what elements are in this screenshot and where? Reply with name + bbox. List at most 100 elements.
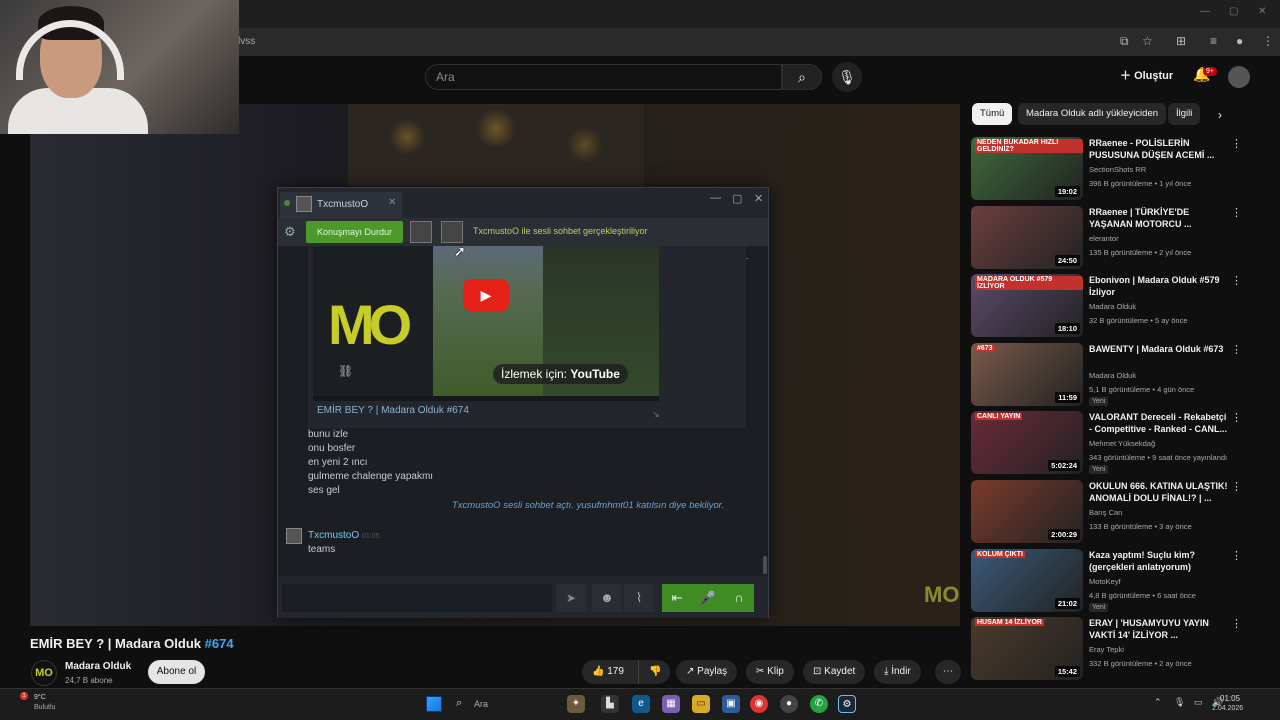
windows-start-icon[interactable] xyxy=(426,696,442,712)
whatsapp-icon[interactable]: ✆ xyxy=(810,695,828,713)
more-options-icon[interactable]: ⋮ xyxy=(1231,206,1242,219)
menu-dots-icon[interactable]: ⋮ xyxy=(1262,34,1274,48)
extensions-icon[interactable]: ⊞ xyxy=(1176,34,1186,48)
avatar[interactable] xyxy=(1228,66,1250,88)
recommendation-thumbnail[interactable]: HUSAM 14 İZLİYOR 15:42 xyxy=(971,617,1083,681)
recommendation-channel[interactable]: Madara Olduk xyxy=(1089,302,1136,311)
recommendation-thumbnail[interactable]: KOLUM ÇIKTI 21:02 xyxy=(971,548,1083,612)
chip-related[interactable]: İlgili xyxy=(1168,103,1201,125)
maximize-icon[interactable]: ▢ xyxy=(1229,6,1238,17)
recommendation-title[interactable]: ERAY | 'HUSAMYUYU YAYIN VAKTİ 14' İZLİYO… xyxy=(1089,617,1229,641)
more-options-icon[interactable]: ⋮ xyxy=(1231,411,1242,424)
recommendation-item[interactable]: HUSAM 14 İZLİYOR 15:42 ERAY | 'HUSAMYUYU Y… xyxy=(971,617,1271,681)
recommendation-channel[interactable]: Mehmet Yüksekdağ xyxy=(1089,439,1155,448)
recommendation-item[interactable]: NEDEN BUKADAR HIZLI GELDİNİZ? 19:02 RRaene… xyxy=(971,137,1271,201)
download-button[interactable]: ⤓ İndir xyxy=(874,660,921,684)
more-options-icon[interactable]: ⋮ xyxy=(1231,480,1242,493)
task-view-icon[interactable]: ▙ xyxy=(601,695,619,713)
stop-voice-button[interactable]: Konuşmayı Durdur xyxy=(306,221,403,243)
recommendation-thumbnail[interactable]: #673 11:59 xyxy=(971,342,1083,406)
recommendation-item[interactable]: 24:50 RRaenee | TÜRKİYE'DE YAŞANAN MOTORC… xyxy=(971,205,1271,270)
attach-icon[interactable]: ⌇ xyxy=(624,584,654,612)
steam-minimize-icon[interactable]: — xyxy=(710,192,721,204)
clip-button[interactable]: ✂ Klip xyxy=(746,660,794,684)
address-url[interactable]: lvss xyxy=(238,36,255,47)
message-input[interactable] xyxy=(282,584,552,612)
recommendation-title[interactable]: RRaenee - POLİSLERİN PUSUSUNA DÜŞEN ACEM… xyxy=(1089,137,1229,161)
recommendation-title[interactable]: Kaza yaptım! Suçlu kim? (gerçekleri anla… xyxy=(1089,549,1229,573)
recommendation-title[interactable]: OKULUN 666. KATINA ULAŞTIK! ANOMALİ DOLU… xyxy=(1089,480,1229,504)
send-icon[interactable]: ➤ xyxy=(556,584,586,612)
share-button[interactable]: ↗ Paylaş xyxy=(676,660,738,684)
recommendation-channel[interactable]: Madara Olduk xyxy=(1089,371,1136,380)
taskbar-search-icon[interactable]: ⌕ xyxy=(456,697,462,710)
recommendation-channel[interactable]: MotoKeyf xyxy=(1089,577,1121,586)
clock-date[interactable]: 2.04.2026 xyxy=(1212,705,1243,712)
recommendation-title[interactable]: VALORANT Dereceli - Rekabetçi - Competit… xyxy=(1089,411,1229,435)
play-icon[interactable]: ▶ xyxy=(463,279,509,311)
expand-icon[interactable]: ↘ xyxy=(652,409,660,420)
bookmark-star-icon[interactable]: ☆ xyxy=(1142,34,1153,48)
recommendation-thumbnail[interactable]: 2:00:29 xyxy=(971,480,1083,543)
clock-time[interactable]: 01:05 xyxy=(1220,694,1240,703)
recommendation-thumbnail[interactable]: MADARA OLDUK #579 İZLİYOR 18:10 xyxy=(971,274,1083,338)
gear-icon[interactable]: ⚙ xyxy=(284,224,296,240)
recommendation-title[interactable]: RRaenee | TÜRKİYE'DE YAŞANAN MOTORCU ... xyxy=(1089,206,1229,230)
widget-icon[interactable]: ✦ xyxy=(567,695,585,713)
more-options-icon[interactable]: ⋮ xyxy=(1231,617,1242,630)
minimize-icon[interactable]: — xyxy=(1200,6,1210,17)
chat-history[interactable]: ＋ MO ▶ ⛓ İzlemek için: YouTube EMİR BEY … xyxy=(278,246,768,576)
folder-icon[interactable]: ▭ xyxy=(692,695,710,713)
cast-icon[interactable]: ⧉ xyxy=(1120,34,1129,49)
recommendation-item[interactable]: #673 11:59 BAWENTY | Madara Olduk #673 Mada… xyxy=(971,342,1271,407)
taskbar-search[interactable]: Ara xyxy=(474,699,488,709)
recommendation-item[interactable]: MADARA OLDUK #579 İZLİYOR 18:10 Ebonivon |… xyxy=(971,274,1271,338)
recommendation-channel[interactable]: elerantor xyxy=(1089,234,1119,243)
chevron-right-icon[interactable]: › xyxy=(1218,108,1222,122)
more-options-icon[interactable]: ⋮ xyxy=(1231,137,1242,150)
recommendation-title[interactable]: BAWENTY | Madara Olduk #673 xyxy=(1089,343,1229,355)
tab-close-icon[interactable]: ✕ xyxy=(388,197,396,208)
create-button[interactable]: ＋ Oluştur xyxy=(1120,66,1173,86)
more-options-icon[interactable]: ⋮ xyxy=(1231,274,1242,287)
channel-avatar[interactable]: MO xyxy=(31,660,57,686)
dislike-button[interactable]: 👎 xyxy=(638,660,670,684)
mic-icon[interactable]: 🎙 xyxy=(832,62,862,92)
voice-participant-avatar[interactable] xyxy=(441,221,463,243)
media-icon[interactable]: ≡ xyxy=(1210,34,1217,48)
profile-icon[interactable]: ● xyxy=(1236,34,1243,48)
search-icon[interactable]: ⌕ xyxy=(782,64,822,90)
headphones-icon[interactable]: ∩ xyxy=(724,584,754,612)
steam-close-icon[interactable]: ✕ xyxy=(754,192,763,205)
more-actions-icon[interactable]: ⋯ xyxy=(935,660,961,684)
watch-on-youtube[interactable]: İzlemek için: YouTube xyxy=(493,364,628,384)
close-icon[interactable]: ✕ xyxy=(1258,6,1266,17)
steam-maximize-icon[interactable]: ▢ xyxy=(732,192,742,205)
youtube-embed[interactable]: MO ▶ ⛓ İzlemek için: YouTube EMİR BEY ? … xyxy=(308,246,746,428)
recommendation-item[interactable]: CANLI YAYIN 5:02:24 VALORANT Dereceli - Re… xyxy=(971,411,1271,475)
more-options-icon[interactable]: ⋮ xyxy=(1231,549,1242,562)
search-input[interactable]: Ara xyxy=(425,64,782,90)
sender-avatar[interactable] xyxy=(286,528,302,544)
recommendation-thumbnail[interactable]: NEDEN BUKADAR HIZLI GELDİNİZ? 19:02 xyxy=(971,137,1083,200)
steam-chat-window[interactable]: TxcmustoO ✕ — ▢ ✕ ⚙ Konuşmayı Durdur Txc… xyxy=(277,187,769,618)
more-options-icon[interactable]: ⋮ xyxy=(1231,343,1242,356)
chrome-icon[interactable]: ◉ xyxy=(750,695,768,713)
recommendation-item[interactable]: 2:00:29 OKULUN 666. KATINA ULAŞTIK! ANOMA… xyxy=(971,480,1271,544)
recommendation-thumbnail[interactable]: CANLI YAYIN 5:02:24 xyxy=(971,411,1083,475)
recommendation-channel[interactable]: Eray Tepki xyxy=(1089,645,1124,654)
edge-icon[interactable]: e xyxy=(632,695,650,713)
recommendation-title[interactable]: Ebonivon | Madara Olduk #579 İzliyor xyxy=(1089,274,1229,298)
tray-mic-icon[interactable]: 🎙 xyxy=(1174,697,1185,708)
like-button[interactable]: 👍 179 xyxy=(582,660,638,684)
save-button[interactable]: ⊡ Kaydet xyxy=(803,660,866,684)
recommendation-thumbnail[interactable]: 24:50 xyxy=(971,205,1083,269)
recommendation-channel[interactable]: Barış Can xyxy=(1089,508,1122,517)
subscribe-button[interactable]: Abone ol xyxy=(148,660,205,684)
emoji-icon[interactable]: ☻ xyxy=(592,584,622,612)
leave-voice-icon[interactable]: ⇤ xyxy=(662,584,692,612)
sender-name[interactable]: TxcmustoO xyxy=(308,530,359,541)
app-icon-2[interactable]: ● xyxy=(780,695,798,713)
embed-title-link[interactable]: EMİR BEY ? | Madara Olduk #674 xyxy=(317,405,469,416)
chat-scrollbar[interactable] xyxy=(763,556,767,574)
